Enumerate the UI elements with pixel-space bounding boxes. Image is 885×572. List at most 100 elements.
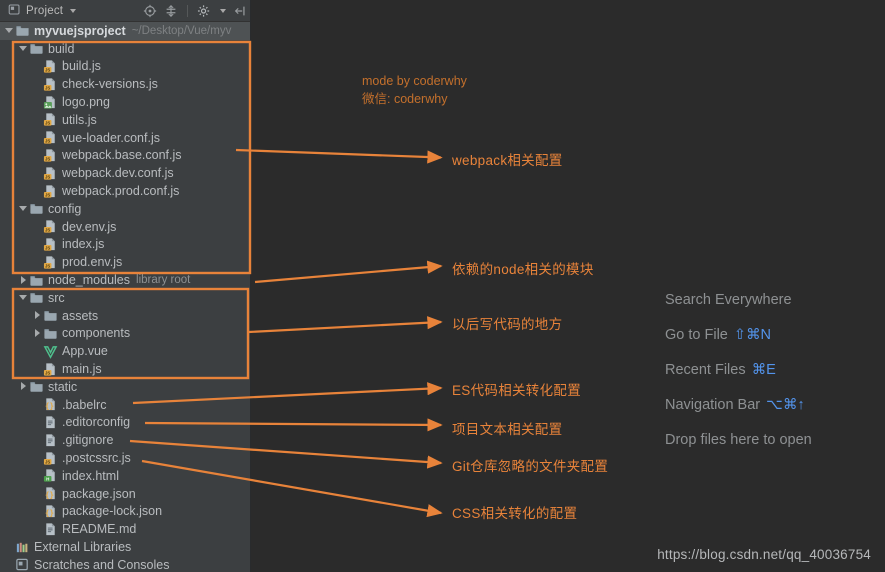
js-file-icon: JS bbox=[43, 237, 58, 252]
locate-icon[interactable] bbox=[143, 4, 157, 18]
scratches-icon bbox=[15, 557, 30, 572]
project-tool-window: Project bbox=[0, 0, 251, 572]
settings-chevron-down-icon[interactable] bbox=[220, 9, 226, 13]
tree-row-root[interactable]: myvuejsproject~/Desktop/Vue/myv bbox=[0, 22, 250, 40]
editor-hint-label: Recent Files bbox=[665, 362, 746, 378]
hide-panel-icon[interactable] bbox=[233, 4, 247, 18]
tree-toggle-assets[interactable] bbox=[32, 310, 43, 321]
chevron-down-icon[interactable] bbox=[70, 9, 76, 13]
tree-toggle-components[interactable] bbox=[32, 328, 43, 339]
tree-spacer bbox=[32, 239, 43, 250]
tree-row-label: External Libraries bbox=[34, 540, 131, 554]
editor-empty-area: Search EverywhereGo to File⇧⌘NRecent Fil… bbox=[251, 0, 885, 572]
libraries-icon bbox=[15, 540, 30, 555]
tree-toggle-root[interactable] bbox=[4, 25, 15, 36]
tree-row-webpack.dev.conf.js[interactable]: JSwebpack.dev.conf.js bbox=[0, 164, 250, 182]
tree-row-package-lock.json[interactable]: {}package-lock.json bbox=[0, 503, 250, 521]
settings-gear-icon[interactable] bbox=[197, 4, 211, 18]
tree-row-components[interactable]: components bbox=[0, 325, 250, 343]
tree-row-external-libraries[interactable]: External Libraries bbox=[0, 538, 250, 556]
tree-row-.postcssrc.js[interactable]: JS.postcssrc.js bbox=[0, 449, 250, 467]
tree-row-vue-loader.conf.js[interactable]: JSvue-loader.conf.js bbox=[0, 129, 250, 147]
tree-row-label: utils.js bbox=[62, 113, 97, 127]
toolbar-icon-group bbox=[143, 0, 247, 22]
tree-row-label: README.md bbox=[62, 522, 136, 536]
tree-row-index.html[interactable]: Hindex.html bbox=[0, 467, 250, 485]
tree-row-build.js[interactable]: JSbuild.js bbox=[0, 58, 250, 76]
editor-hint-4[interactable]: Drop files here to open bbox=[655, 423, 885, 458]
editor-hint-shortcut: ⌘E bbox=[752, 362, 776, 378]
tree-row-label: webpack.dev.conf.js bbox=[62, 166, 174, 180]
folder-icon bbox=[29, 290, 44, 305]
tree-row-webpack.base.conf.js[interactable]: JSwebpack.base.conf.js bbox=[0, 147, 250, 165]
tree-row-label: myvuejsproject bbox=[34, 24, 126, 38]
tree-row-label: prod.env.js bbox=[62, 255, 122, 269]
tree-row-label: package.json bbox=[62, 487, 136, 501]
tree-row-index.js[interactable]: JSindex.js bbox=[0, 236, 250, 254]
tree-row-node_modules[interactable]: node_moduleslibrary root bbox=[0, 271, 250, 289]
editor-hint-label: Drop files here to open bbox=[665, 432, 812, 448]
svg-text:JS: JS bbox=[45, 67, 50, 72]
tree-row-config[interactable]: config bbox=[0, 200, 250, 218]
tree-row-logo.png[interactable]: logo.png bbox=[0, 93, 250, 111]
svg-text:JS: JS bbox=[45, 156, 50, 161]
tree-toggle-static[interactable] bbox=[18, 381, 29, 392]
tree-row-prod.env.js[interactable]: JSprod.env.js bbox=[0, 253, 250, 271]
credit-line-1: mode by coderwhy bbox=[362, 72, 467, 90]
project-toolbar: Project bbox=[0, 0, 250, 22]
tree-row-label: App.vue bbox=[62, 344, 108, 358]
credit-block: mode by coderwhy 微信: coderwhy bbox=[362, 72, 467, 108]
tree-row-assets[interactable]: assets bbox=[0, 307, 250, 325]
tree-row-scratches[interactable]: Scratches and Consoles bbox=[0, 556, 250, 572]
tree-spacer bbox=[32, 79, 43, 90]
tree-toggle-node_modules[interactable] bbox=[18, 275, 29, 286]
tree-row-label: .babelrc bbox=[62, 398, 106, 412]
js-file-icon: JS bbox=[43, 184, 58, 199]
tree-row-static[interactable]: static bbox=[0, 378, 250, 396]
tree-spacer bbox=[32, 114, 43, 125]
tree-row-package.json[interactable]: {}package.json bbox=[0, 485, 250, 503]
editor-hint-1[interactable]: Go to File⇧⌘N bbox=[655, 318, 885, 353]
tree-row-README.md[interactable]: README.md bbox=[0, 520, 250, 538]
annotation-label-editorconfig: 项目文本相关配置 bbox=[452, 418, 562, 438]
annotation-label-node: 依赖的node相关的模块 bbox=[452, 258, 594, 278]
tree-row-src[interactable]: src bbox=[0, 289, 250, 307]
editor-hint-label: Search Everywhere bbox=[665, 292, 792, 308]
tree-toggle-build[interactable] bbox=[18, 43, 29, 54]
tree-spacer bbox=[4, 542, 15, 553]
tree-spacer bbox=[32, 132, 43, 143]
svg-text:JS: JS bbox=[45, 370, 50, 375]
editor-hint-label: Go to File bbox=[665, 327, 728, 343]
tree-row-main.js[interactable]: JSmain.js bbox=[0, 360, 250, 378]
svg-text:JS: JS bbox=[45, 459, 50, 464]
folder-icon bbox=[15, 23, 30, 38]
tree-row-check-versions.js[interactable]: JScheck-versions.js bbox=[0, 75, 250, 93]
tree-row-label: webpack.prod.conf.js bbox=[62, 184, 179, 198]
editor-hint-3[interactable]: Navigation Bar⌥⌘↑ bbox=[655, 388, 885, 423]
watermark-url: https://blog.csdn.net/qq_40036754 bbox=[657, 547, 871, 562]
collapse-all-icon[interactable] bbox=[164, 4, 178, 18]
tree-spacer bbox=[32, 97, 43, 108]
tree-row-label: vue-loader.conf.js bbox=[62, 131, 160, 145]
tree-row-webpack.prod.conf.js[interactable]: JS webpack.prod.conf.js bbox=[0, 182, 250, 200]
folder-icon bbox=[29, 273, 44, 288]
tree-row-utils.js[interactable]: JSutils.js bbox=[0, 111, 250, 129]
tree-toggle-src[interactable] bbox=[18, 292, 29, 303]
annotation-label-src: 以后写代码的地方 bbox=[452, 313, 562, 333]
editor-hint-2[interactable]: Recent Files ⌘E bbox=[655, 353, 885, 388]
svg-text:{}: {} bbox=[45, 508, 54, 517]
tree-row-.editorconfig[interactable]: .editorconfig bbox=[0, 414, 250, 432]
tree-row-label: config bbox=[48, 202, 81, 216]
annotation-label-babel: ES代码相关转化配置 bbox=[452, 379, 581, 399]
project-file-tree[interactable]: myvuejsproject~/Desktop/Vue/myvbuildJSbu… bbox=[0, 22, 250, 572]
js-file-icon: JS bbox=[43, 362, 58, 377]
tree-row-.gitignore[interactable]: .gitignore bbox=[0, 431, 250, 449]
editor-hint-0[interactable]: Search Everywhere bbox=[655, 283, 885, 318]
tree-row-App.vue[interactable]: App.vue bbox=[0, 342, 250, 360]
tree-row-build[interactable]: build bbox=[0, 40, 250, 58]
tree-row-.babelrc[interactable]: {}.babelrc bbox=[0, 396, 250, 414]
tool-window-title[interactable]: Project bbox=[4, 3, 76, 19]
toolbar-divider bbox=[187, 5, 188, 17]
tree-toggle-config[interactable] bbox=[18, 203, 29, 214]
tree-row-dev.env.js[interactable]: JSdev.env.js bbox=[0, 218, 250, 236]
